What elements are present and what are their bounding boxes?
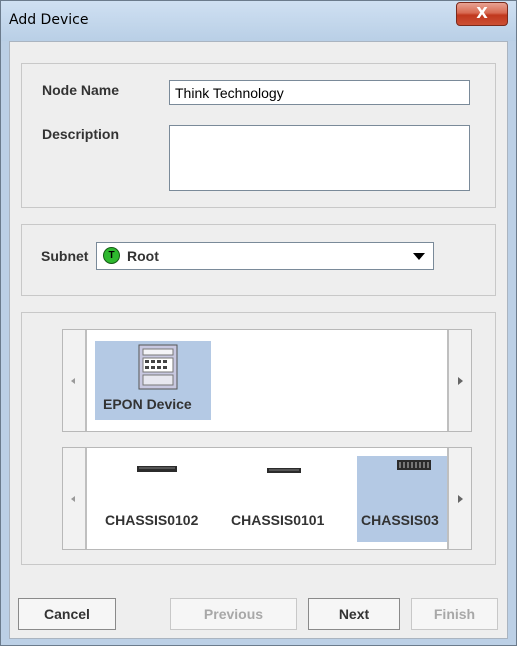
chassis-item[interactable]: CHASSIS0101: [225, 456, 349, 542]
chassis-icon: [267, 468, 301, 473]
scroll-right-button[interactable]: [447, 330, 471, 431]
node-name-input[interactable]: [169, 80, 470, 105]
window-title: Add Device: [9, 12, 89, 28]
scroll-right-icon: [458, 494, 463, 503]
node-name-label: Node Name: [42, 82, 120, 98]
chassis-item[interactable]: CHASSIS0102: [99, 456, 223, 542]
device-type-scroller: EPON Device: [62, 329, 472, 432]
chassis-icon: [137, 466, 177, 472]
next-button[interactable]: Next: [308, 598, 400, 630]
scroll-right-button[interactable]: [447, 448, 471, 549]
previous-button[interactable]: Previous: [170, 598, 297, 630]
description-input[interactable]: [169, 125, 470, 191]
subnet-dropdown[interactable]: T Root: [96, 242, 434, 270]
close-button[interactable]: X: [456, 2, 508, 26]
dialog-content: Node Name Description Subnet T Root: [9, 41, 508, 639]
device-item-label: EPON Device: [103, 396, 192, 412]
chassis-item-label: CHASSIS03: [361, 512, 439, 528]
title-bar: Add Device X: [1, 1, 516, 41]
device-item-epon[interactable]: EPON Device: [95, 341, 211, 420]
chassis-icon: [397, 460, 431, 470]
subnet-selected-value: Root: [127, 248, 159, 264]
epon-device-icon: [138, 344, 178, 390]
add-device-dialog: Add Device X Node Name Description Subne…: [0, 0, 517, 646]
chevron-down-icon[interactable]: [413, 253, 425, 260]
subnet-node-icon: T: [103, 247, 120, 264]
scroll-left-icon: [71, 495, 75, 502]
finish-button[interactable]: Finish: [411, 598, 498, 630]
scroll-right-icon: [458, 376, 463, 385]
scroll-left-icon: [71, 377, 75, 384]
description-label: Description: [42, 126, 120, 142]
cancel-button[interactable]: Cancel: [18, 598, 116, 630]
chassis-item-selected[interactable]: CHASSIS03: [357, 456, 447, 542]
chassis-scroller: CHASSIS0102 CHASSIS0101 CHASSIS03: [62, 447, 472, 550]
scroll-left-button[interactable]: [63, 330, 87, 431]
scroll-left-button[interactable]: [63, 448, 87, 549]
node-info-group: Node Name Description: [21, 63, 496, 208]
chassis-item-label: CHASSIS0101: [231, 512, 325, 528]
subnet-label: Subnet: [41, 248, 89, 264]
chassis-item-label: CHASSIS0102: [105, 512, 199, 528]
